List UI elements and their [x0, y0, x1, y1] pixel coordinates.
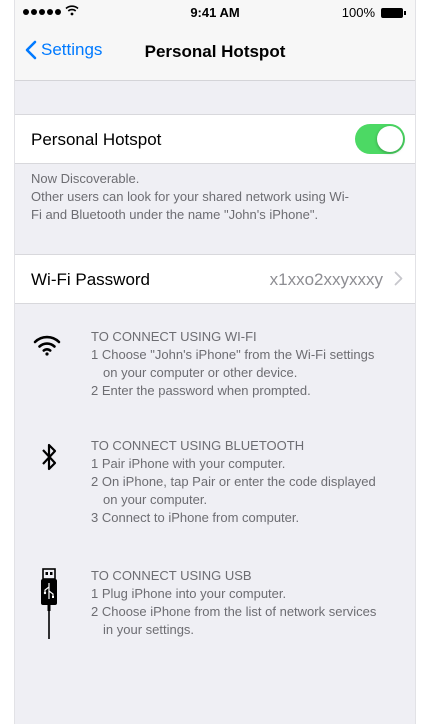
- battery-percentage: 100%: [341, 5, 375, 20]
- usb-instructions-title: TO CONNECT USING USB: [91, 568, 252, 583]
- bluetooth-step-1: 1 Pair iPhone with your computer.: [91, 456, 286, 471]
- wifi-password-cell[interactable]: Wi-Fi Password x1xxo2xxyxxxy: [15, 254, 415, 304]
- wifi-password-value: x1xxo2xxyxxxy: [269, 270, 383, 289]
- toggle-knob: [377, 126, 403, 152]
- battery-icon: [381, 8, 406, 18]
- top-bar: 9:41 AM 100% Settings Personal Hotspot: [15, 0, 415, 81]
- bluetooth-step-2: 2 On iPhone, tap Pair or enter the code …: [91, 474, 376, 489]
- discoverable-description-line1: Other users can look for your shared net…: [31, 189, 349, 204]
- bluetooth-step-3: 3 Connect to iPhone from computer.: [91, 510, 300, 525]
- navigation-bar: Settings Personal Hotspot: [15, 26, 415, 80]
- usb-step-2-cont: in your settings.: [103, 622, 195, 637]
- wifi-icon: [33, 335, 61, 356]
- bluetooth-instructions-title: TO CONNECT USING BLUETOOTH: [91, 438, 305, 453]
- page-title: Personal Hotspot: [144, 42, 286, 61]
- discoverable-note: Now Discoverable. Other users can look f…: [31, 170, 411, 224]
- personal-hotspot-cell: Personal Hotspot: [15, 114, 415, 164]
- usb-cable-icon: [41, 568, 57, 639]
- status-bar: 9:41 AM 100%: [15, 0, 415, 26]
- usb-step-2: 2 Choose iPhone from the list of network…: [91, 604, 377, 619]
- wifi-password-label: Wi-Fi Password: [31, 270, 151, 289]
- discoverable-description-line2: Fi and Bluetooth under the name "John's …: [31, 207, 319, 222]
- bluetooth-icon: [42, 443, 57, 471]
- wifi-instructions-title: TO CONNECT USING WI-FI: [91, 329, 257, 344]
- phone-screen: 9:41 AM 100% Settings Personal Hotspot P…: [14, 0, 416, 724]
- personal-hotspot-label: Personal Hotspot: [31, 130, 162, 149]
- chevron-right-icon: [394, 271, 403, 286]
- usb-step-1: 1 Plug iPhone into your computer.: [91, 586, 287, 601]
- wifi-step-1-cont: on your computer or other device.: [103, 365, 298, 380]
- personal-hotspot-toggle[interactable]: [355, 124, 405, 154]
- wifi-step-1: 1 Choose "John's iPhone" from the Wi-Fi …: [91, 347, 375, 362]
- bluetooth-step-2-cont: on your computer.: [103, 492, 208, 507]
- wifi-step-2: 2 Enter the password when prompted.: [91, 383, 311, 398]
- discoverable-status: Now Discoverable.: [31, 171, 140, 186]
